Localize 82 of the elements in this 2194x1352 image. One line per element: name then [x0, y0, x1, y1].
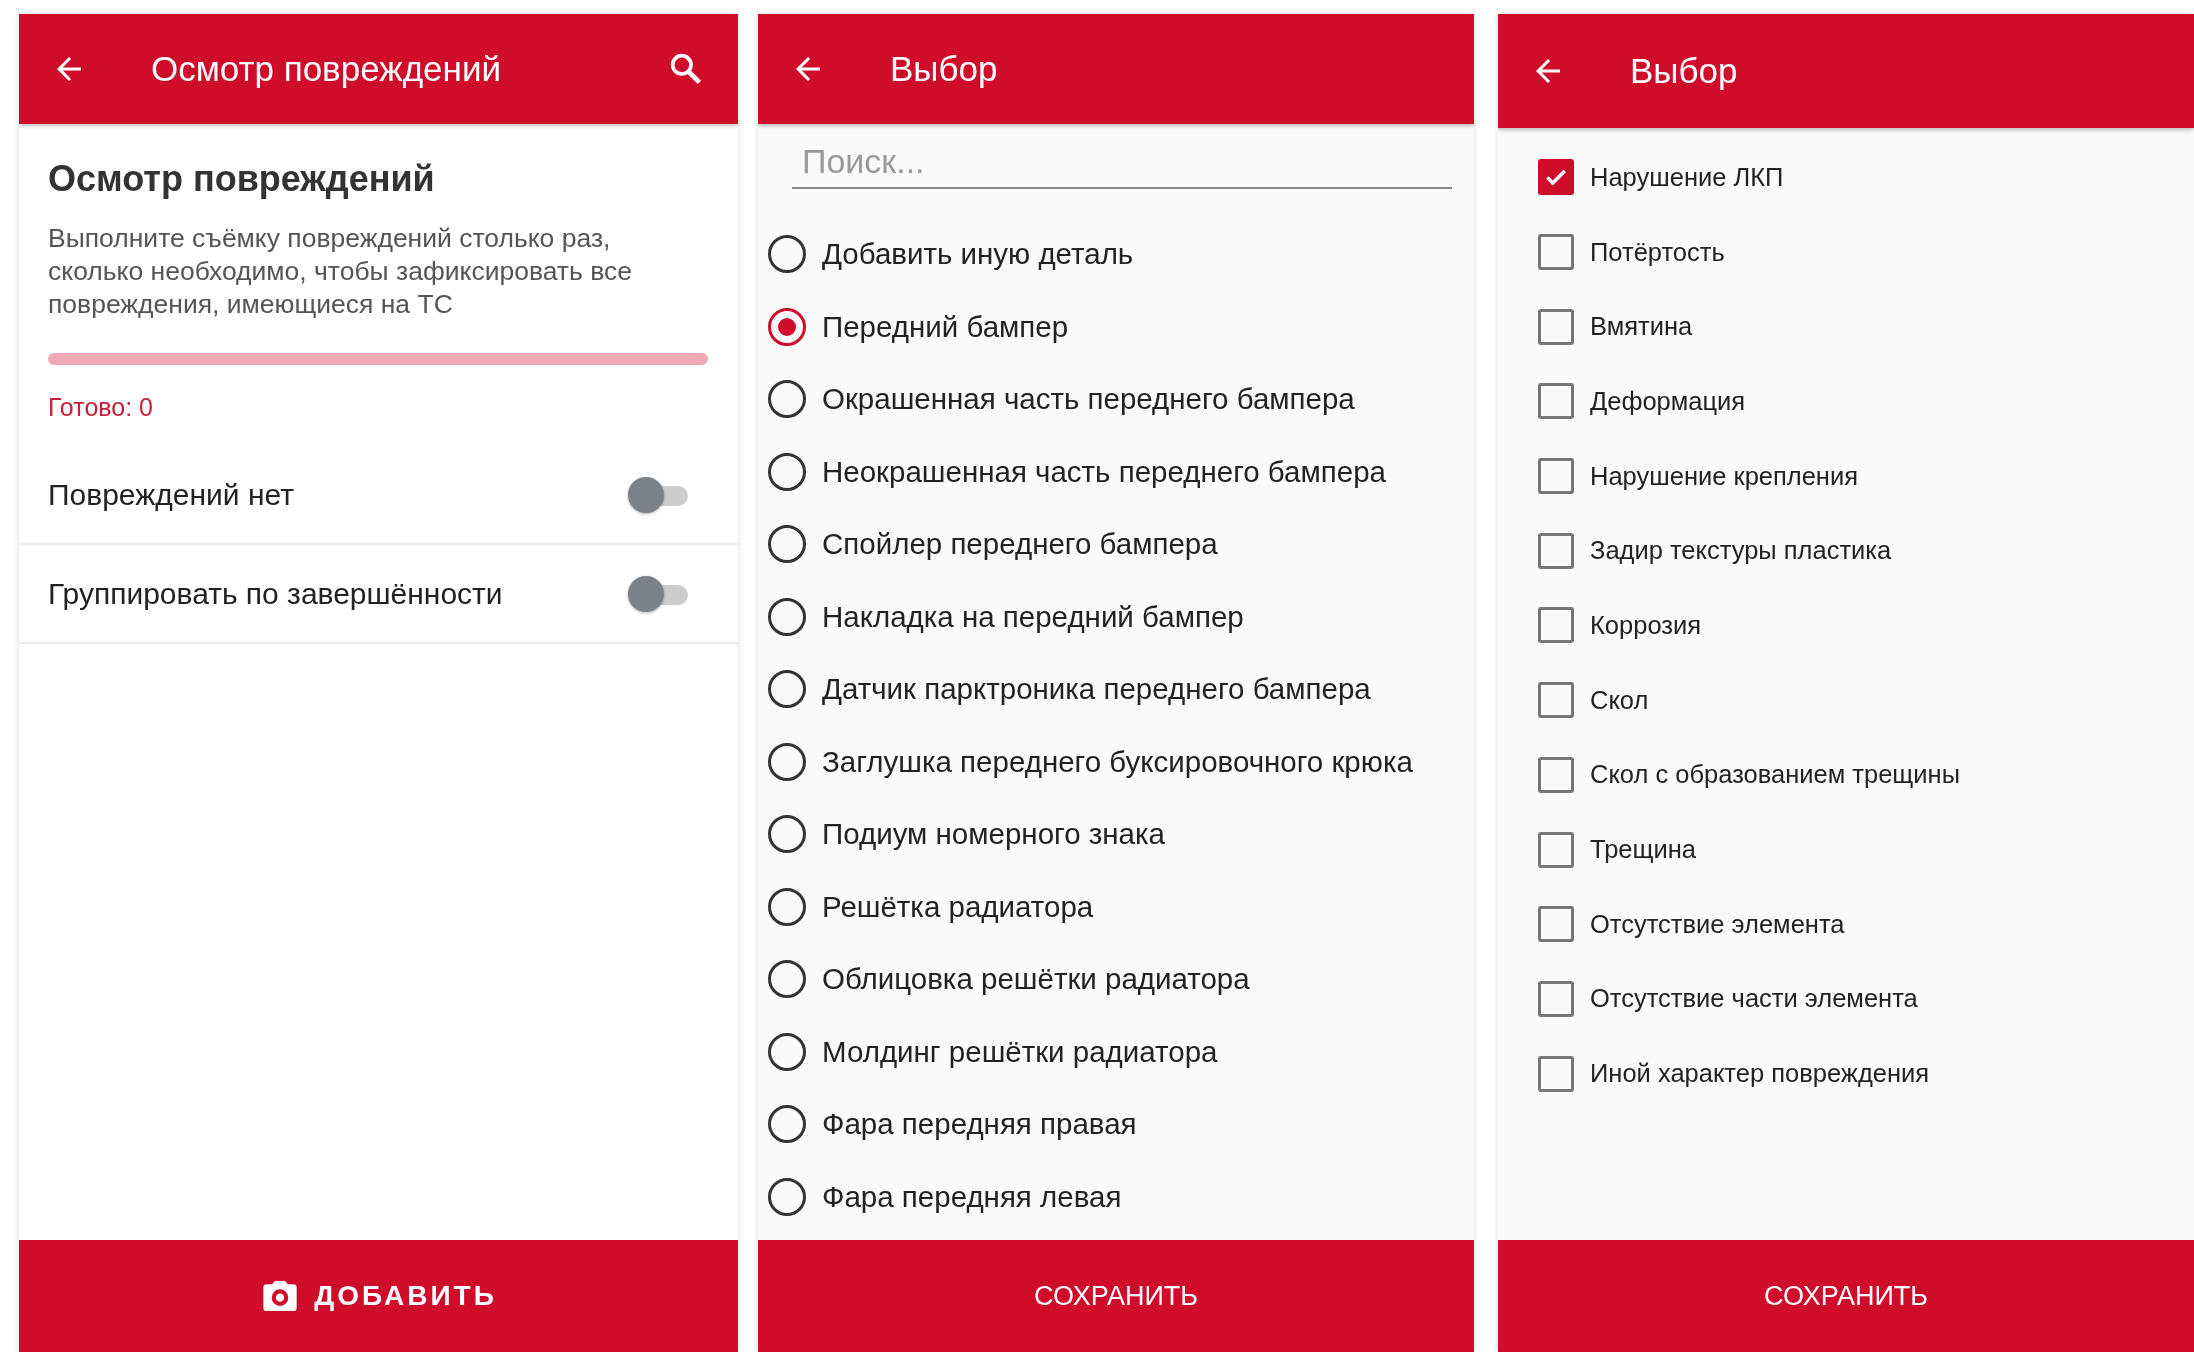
option-label: Отсутствие части элемента: [1590, 984, 1918, 1014]
checkbox[interactable]: [1538, 458, 1574, 495]
option-label: Добавить иную деталь: [822, 237, 1134, 272]
radio-button[interactable]: [768, 1177, 806, 1216]
checkbox[interactable]: [1538, 159, 1574, 196]
option-label: Нарушение ЛКП: [1590, 162, 1784, 192]
progress-status: Готово: 0: [48, 393, 153, 421]
toggle-switch[interactable]: [628, 476, 688, 513]
radio-button[interactable]: [768, 815, 806, 854]
radio-option[interactable]: Неокрашенная часть переднего бампера: [768, 435, 1474, 508]
checkbox[interactable]: [1538, 308, 1574, 345]
radio-option[interactable]: Окрашенная часть переднего бампера: [768, 363, 1474, 436]
checkbox[interactable]: [1538, 831, 1574, 868]
checkbox[interactable]: [1538, 607, 1574, 644]
option-label: Фара передняя правая: [822, 1107, 1137, 1142]
option-label: Потёртость: [1590, 237, 1725, 267]
toggle-label: Группировать по завершённости: [48, 576, 503, 611]
section-heading: Осмотр повреждений: [48, 158, 436, 200]
toggle-switch[interactable]: [628, 575, 688, 612]
radio-button[interactable]: [768, 235, 806, 274]
checkbox[interactable]: [1538, 383, 1574, 420]
option-label: Фара передняя левая: [822, 1179, 1122, 1214]
radio-option[interactable]: Накладка на передний бампер: [768, 580, 1474, 653]
radio-button[interactable]: [768, 380, 806, 419]
option-label: Скол с образованием трещины: [1590, 760, 1960, 790]
save-button[interactable]: СОХРАНИТЬ: [758, 1240, 1474, 1352]
instruction-text: Выполните съёмку повреждений столько раз, сколько необходимо, чтобы зафиксировать все повреждения, имеющиеся на ТС: [48, 222, 633, 321]
option-label: Отсутствие элемента: [1590, 909, 1845, 939]
radio-button[interactable]: [768, 742, 806, 781]
radio-option[interactable]: Датчик парктроника переднего бампера: [768, 653, 1474, 726]
radio-option[interactable]: Спойлер переднего бампера: [768, 508, 1474, 581]
checkbox[interactable]: [1538, 532, 1574, 569]
radio-button[interactable]: [768, 1105, 806, 1144]
radio-button[interactable]: [768, 307, 806, 346]
radio-option[interactable]: Молдинг решётки радиатора: [768, 1015, 1474, 1088]
option-label: Датчик парктроника переднего бампера: [822, 672, 1371, 707]
option-label: Накладка на передний бампер: [822, 599, 1244, 634]
radio-button[interactable]: [768, 597, 806, 636]
screen-title: Выбор: [890, 49, 999, 89]
option-label: Молдинг решётки радиатора: [822, 1034, 1218, 1069]
radio-option[interactable]: Подиум номерного знака: [768, 798, 1474, 871]
radio-button[interactable]: [768, 525, 806, 564]
option-label: Окрашенная часть переднего бампера: [822, 382, 1355, 417]
search-field[interactable]: Поиск...: [792, 136, 1452, 189]
option-label: Задир текстуры пластика: [1590, 536, 1892, 566]
save-button[interactable]: СОХРАНИТЬ: [1498, 1240, 2194, 1352]
option-label: Коррозия: [1590, 610, 1702, 640]
option-label: Заглушка переднего буксировочного крюка: [822, 744, 1413, 779]
checkbox[interactable]: [1538, 682, 1574, 719]
radio-option[interactable]: Фара передняя левая: [768, 1160, 1474, 1233]
radio-option[interactable]: Передний бампер: [768, 290, 1474, 363]
screen-title: Выбор: [1630, 51, 1739, 91]
option-label: Спойлер переднего бампера: [822, 527, 1218, 562]
option-label: Трещина: [1590, 835, 1696, 865]
option-label: Нарушение крепления: [1590, 461, 1858, 491]
radio-button[interactable]: [768, 670, 806, 709]
radio-option[interactable]: Облицовка решётки радиатора: [768, 943, 1474, 1016]
radio-button[interactable]: [768, 1032, 806, 1071]
radio-button[interactable]: [768, 452, 806, 491]
radio-button[interactable]: [768, 887, 806, 926]
radio-option[interactable]: Фара передняя правая: [768, 1088, 1474, 1161]
option-label: Деформация: [1590, 386, 1746, 416]
option-label: Передний бампер: [822, 309, 1069, 344]
option-label: Решётка радиатора: [822, 889, 1094, 924]
radio-option[interactable]: Решётка радиатора: [768, 870, 1474, 943]
option-label: Неокрашенная часть переднего бампера: [822, 454, 1386, 489]
checkbox[interactable]: [1538, 1055, 1574, 1092]
option-label: Подиум номерного знака: [822, 817, 1165, 852]
radio-option[interactable]: Заглушка переднего буксировочного крюка: [768, 725, 1474, 798]
add-button[interactable]: ДОБАВИТЬ: [19, 1240, 738, 1352]
option-label: Иной характер повреждения: [1590, 1059, 1930, 1089]
screen-title: Осмотр повреждений: [151, 49, 502, 89]
checkbox[interactable]: [1538, 234, 1574, 271]
toggle-label: Повреждений нет: [48, 477, 294, 512]
radio-button[interactable]: [768, 960, 806, 999]
option-label: Скол: [1590, 685, 1649, 715]
checkbox[interactable]: [1538, 756, 1574, 793]
checkbox[interactable]: [1538, 980, 1574, 1017]
option-label: Вмятина: [1590, 312, 1693, 342]
radio-option[interactable]: Добавить иную деталь: [768, 218, 1474, 291]
checkbox[interactable]: [1538, 906, 1574, 943]
option-label: Облицовка решётки радиатора: [822, 962, 1250, 997]
